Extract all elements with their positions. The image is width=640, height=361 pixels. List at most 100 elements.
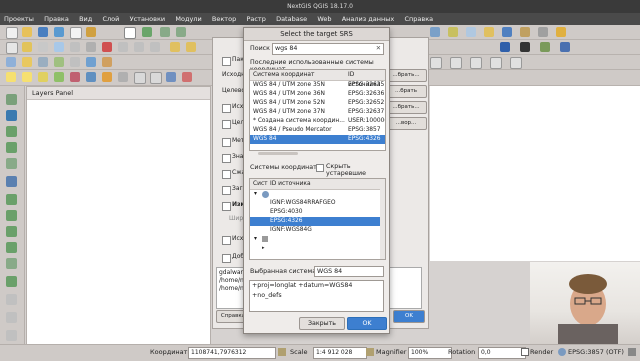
option-checkbox[interactable] (222, 254, 231, 263)
render-checkbox[interactable] (521, 348, 529, 356)
messages-icon[interactable] (628, 348, 636, 356)
add-wfs-icon[interactable] (86, 57, 96, 67)
clear-search-icon[interactable]: ✕ (376, 44, 381, 54)
open-project-icon[interactable] (22, 27, 32, 37)
digitize-2-icon[interactable] (22, 72, 32, 82)
menu-view[interactable]: Вид (75, 13, 96, 25)
plugin-icon[interactable] (500, 42, 510, 52)
option-checkbox[interactable] (222, 202, 231, 211)
identify-icon[interactable] (430, 27, 440, 37)
crs-globe-icon[interactable] (558, 348, 566, 356)
toolbox-icon[interactable] (560, 42, 570, 52)
menu-settings[interactable]: Установки (126, 13, 170, 25)
paste-features-icon[interactable] (150, 42, 160, 52)
coordinate-toggle-icon[interactable] (278, 348, 286, 356)
label-icon[interactable] (170, 42, 180, 52)
option-checkbox[interactable] (222, 186, 231, 195)
annotation-icon[interactable] (484, 27, 494, 37)
tree-group[interactable]: ▸ (250, 244, 385, 253)
label-toolbar-icon[interactable] (450, 57, 462, 69)
tree-item[interactable]: IGNF:WGS84G (250, 226, 385, 235)
menu-vector[interactable]: Вектор (208, 13, 240, 25)
add-spatialite-icon[interactable] (54, 57, 64, 67)
menu-edit[interactable]: Правка (40, 13, 73, 25)
pin-labels-icon[interactable] (186, 42, 196, 52)
add-wms-icon[interactable] (70, 57, 80, 67)
delete-selected-icon[interactable] (102, 42, 112, 52)
table-row[interactable]: * Создана система координ... USER:100006 (250, 117, 385, 126)
python-console-icon[interactable] (520, 42, 530, 52)
magnifier-field[interactable]: 100% (408, 347, 452, 359)
option-checkbox[interactable] (222, 154, 231, 163)
layer-properties-icon[interactable] (86, 72, 96, 82)
menu-analysis[interactable]: Анализ данных (338, 13, 399, 25)
collapse-arrow-icon[interactable]: ▸ (262, 244, 265, 253)
digitize-tool-icon[interactable] (6, 94, 17, 105)
coordinates-field[interactable]: 1108741,7976312 (188, 347, 276, 359)
save-as-icon[interactable] (54, 27, 64, 37)
tree-group[interactable]: ▾ (250, 190, 385, 199)
option-checkbox-checked[interactable] (222, 120, 231, 129)
current-edits-icon[interactable] (6, 42, 18, 54)
option-checkbox[interactable] (222, 104, 231, 113)
scale-field[interactable]: 1:4 912 028 (313, 347, 367, 359)
add-feature-icon[interactable] (54, 42, 64, 52)
select-target-crs-button[interactable]: ...вор... (385, 117, 427, 130)
add-raster-icon[interactable] (22, 57, 32, 67)
map-canvas[interactable] (430, 86, 640, 261)
digitize-3-icon[interactable] (38, 72, 48, 82)
change-label-icon[interactable] (510, 57, 522, 69)
add-ring-icon[interactable] (6, 210, 17, 221)
fill-ring-icon[interactable] (6, 194, 17, 205)
vertical-scrollbar[interactable] (380, 189, 385, 259)
map-tips-icon[interactable] (502, 27, 512, 37)
new-bookmark-icon[interactable] (520, 27, 530, 37)
menu-help[interactable]: Справка (401, 13, 438, 25)
select-input-button[interactable]: ...брать... (385, 69, 427, 82)
table-row[interactable]: WGS 84 / UTM zone 36N EPSG:32636 (250, 90, 385, 99)
table-row[interactable]: WGS 84 / Pseudo Mercator EPSG:3857 (250, 126, 385, 135)
tree-column-crs[interactable]: Сист (253, 179, 268, 189)
tree-column-id[interactable]: ID источника (270, 179, 311, 189)
column-header-crs[interactable]: Система координат (253, 70, 314, 80)
add-postgis-icon[interactable] (38, 57, 48, 67)
add-vector-icon[interactable] (6, 57, 16, 67)
save-edits-icon[interactable] (38, 42, 48, 52)
menu-projects[interactable]: Проекты (0, 13, 38, 25)
rotation-field[interactable]: 0,0 (478, 347, 526, 359)
lock-scale-icon[interactable] (366, 348, 374, 356)
pan-to-selection-icon[interactable] (142, 27, 152, 37)
table-row[interactable]: WGS 84 / UTM zone 37N EPSG:32637 (250, 108, 385, 117)
horizontal-scrollbar[interactable] (258, 152, 298, 155)
delete-part-icon[interactable] (6, 242, 17, 253)
delete-ring-icon[interactable] (6, 226, 17, 237)
offset-tool-icon[interactable] (6, 176, 17, 187)
tree-item-selected[interactable]: EPSG:4326 (250, 217, 385, 226)
layout-manager-icon[interactable] (86, 27, 96, 37)
rotate-label-icon[interactable] (490, 57, 502, 69)
measure-icon[interactable] (466, 27, 476, 37)
tree-item[interactable]: IGNF:WGS84RRAFGEO (250, 199, 385, 208)
menu-raster[interactable]: Растр (242, 13, 269, 25)
hide-deprecated-checkbox[interactable] (316, 164, 324, 172)
statistics-icon[interactable] (150, 72, 162, 84)
crs-status[interactable]: EPSG:3857 (OTF) (568, 348, 624, 356)
vertex-tool-icon[interactable] (6, 110, 17, 121)
menu-plugins[interactable]: Модули (171, 13, 205, 25)
option-checkbox[interactable] (222, 138, 231, 147)
table-row[interactable]: WGS 84 / UTM zone 52N EPSG:32652 (250, 99, 385, 108)
gps-icon[interactable] (166, 72, 176, 82)
cut-features-icon[interactable] (118, 42, 128, 52)
save-project-icon[interactable] (38, 27, 48, 37)
simplify-icon[interactable] (6, 258, 17, 269)
close-button[interactable]: Закрыть (299, 317, 345, 330)
table-row-selected[interactable]: WGS 84 EPSG:4326 (250, 135, 385, 144)
ellipse-tool-icon[interactable] (6, 312, 17, 323)
option-checkbox[interactable] (222, 236, 231, 245)
collapse-arrow-icon[interactable]: ▾ (254, 235, 257, 244)
copy-features-icon[interactable] (134, 42, 144, 52)
table-row[interactable]: WGS 84 / UTM zone 35N EPSG:32635 (250, 81, 385, 90)
select-output-button[interactable]: ...брать (385, 85, 427, 98)
new-layer-icon[interactable] (54, 72, 64, 82)
search-input[interactable]: wgs 84 ✕ (272, 43, 384, 55)
